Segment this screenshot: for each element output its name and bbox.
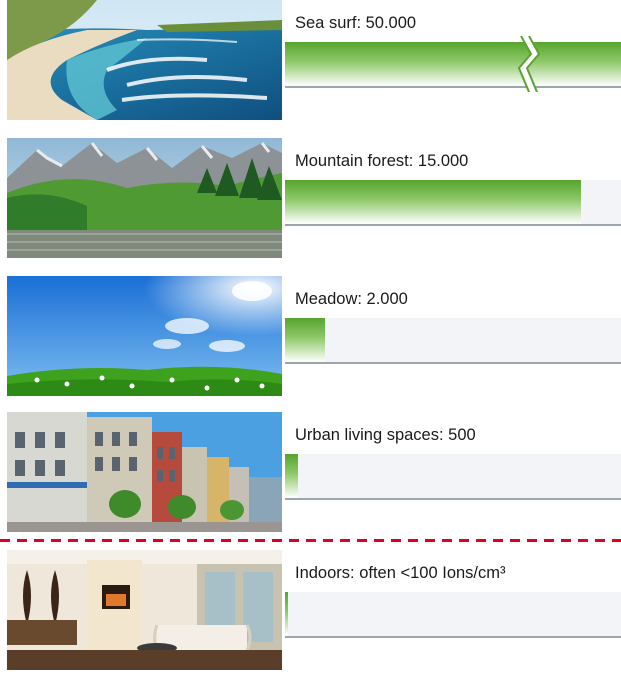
sea-surf-label: Sea surf: 50.000 bbox=[295, 14, 417, 32]
meadow-bar bbox=[285, 318, 325, 362]
indoors-bar-track bbox=[285, 592, 621, 638]
indoor-divider-line bbox=[0, 539, 621, 542]
indoors-bar bbox=[285, 592, 288, 636]
sea-surf-bar-track bbox=[285, 36, 621, 92]
row-mountain-forest: Mountain forest: 15.000 bbox=[0, 138, 621, 258]
meadow-photo bbox=[7, 276, 282, 396]
meadow-bar-track bbox=[285, 318, 621, 364]
meadow-label: Meadow: 2.000 bbox=[295, 290, 408, 308]
urban-living-spaces-bar-track bbox=[285, 454, 621, 500]
sea-surf-photo bbox=[7, 0, 282, 120]
urban-living-spaces-label: Urban living spaces: 500 bbox=[295, 426, 476, 444]
mountain-forest-bar bbox=[285, 180, 581, 224]
mountain-forest-label: Mountain forest: 15.000 bbox=[295, 152, 469, 170]
row-indoors: Indoors: often <100 Ions/cm³ bbox=[0, 550, 621, 670]
mountain-forest-bar-track bbox=[285, 180, 621, 226]
row-sea-surf: Sea surf: 50.000 bbox=[0, 0, 621, 120]
axis-break-icon bbox=[517, 36, 541, 92]
mountain-forest-photo bbox=[7, 138, 282, 258]
urban-street-photo bbox=[7, 412, 282, 532]
ion-concentration-chart: Sea surf: 50.000 Mountain forest: 15.000… bbox=[0, 0, 621, 675]
row-meadow: Meadow: 2.000 bbox=[0, 276, 621, 396]
indoor-living-room-photo bbox=[7, 550, 282, 670]
indoors-label: Indoors: often <100 Ions/cm³ bbox=[295, 564, 506, 582]
sea-surf-bar bbox=[285, 42, 621, 86]
row-urban-living-spaces: Urban living spaces: 500 bbox=[0, 412, 621, 532]
urban-living-spaces-bar bbox=[285, 454, 298, 498]
